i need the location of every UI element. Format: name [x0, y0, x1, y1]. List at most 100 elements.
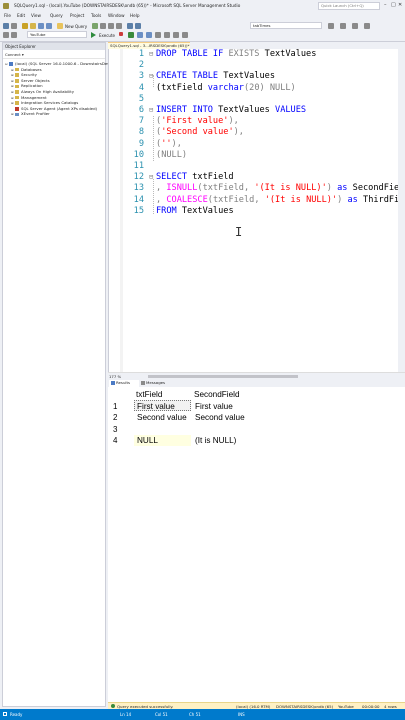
code-token: NULL: [269, 82, 291, 93]
save-all-icon[interactable]: [46, 23, 52, 29]
search-combo[interactable]: tabTimes: [250, 22, 322, 29]
table-cell[interactable]: (It is NULL): [195, 435, 236, 446]
results-grid[interactable]: txtField SecondField 1 First value First…: [108, 387, 405, 702]
menu-window[interactable]: Window: [108, 13, 125, 18]
code-token: DROP TABLE IF: [156, 49, 229, 59]
debug-icon[interactable]: [3, 32, 9, 38]
filter-icon[interactable]: [11, 32, 17, 38]
new-query-icon[interactable]: [57, 23, 63, 29]
query-editor[interactable]: 1 ⊟ DROP TABLE IF EXISTS TextValues 2 3 ⊟ CREA…: [108, 49, 405, 372]
tree-item-label: XEvent Profiler: [21, 111, 50, 117]
plan-icon[interactable]: [137, 32, 143, 38]
table-cell[interactable]: First value: [195, 401, 233, 412]
insert-mode: INS: [238, 712, 245, 717]
menu-tools[interactable]: Tools: [91, 13, 101, 18]
menu-view[interactable]: View: [31, 13, 41, 18]
column-header-txtfield[interactable]: txtField: [136, 389, 162, 400]
table-cell[interactable]: Second value: [137, 412, 187, 423]
line-number: 14: [133, 194, 144, 205]
editor-vertical-scrollbar[interactable]: [398, 49, 405, 372]
collapse-icon[interactable]: ⊟: [149, 72, 153, 80]
app-icon: [3, 3, 9, 9]
code-token: varchar: [207, 82, 244, 93]
tree-item[interactable]: SQL Server Agent (Agent XPs disabled): [11, 106, 97, 111]
quick-launch-input[interactable]: Quick Launch (Ctrl+Q): [318, 2, 380, 10]
tab-results[interactable]: Results: [109, 380, 139, 387]
menu-edit[interactable]: Edit: [17, 13, 25, 18]
tree-item[interactable]: ⊞ Management: [11, 95, 47, 100]
tab-sqlquery1[interactable]: SQLQuery1.sql - 3...IRSDESK\ondb (65))*: [108, 42, 190, 49]
menu-help[interactable]: Help: [130, 13, 140, 18]
table-cell[interactable]: Second value: [195, 412, 245, 423]
indent-icon[interactable]: [182, 32, 188, 38]
database-selector[interactable]: YouTube: [27, 31, 87, 38]
line-number: 4: [138, 82, 144, 93]
tree-item[interactable]: ⊞ Replication: [11, 83, 43, 88]
code-token: TextValues: [223, 71, 276, 82]
new-project-icon[interactable]: [22, 23, 28, 29]
table-cell[interactable]: NULL: [137, 435, 158, 446]
ready-text: Ready: [10, 712, 23, 717]
folder-icon: [15, 112, 19, 117]
toolbox-icon[interactable]: [352, 23, 358, 29]
code-token: INSERT INTO: [156, 105, 219, 115]
execute-icon[interactable]: [91, 32, 96, 38]
expand-icon[interactable]: ⊟: [5, 62, 8, 67]
tree-item[interactable]: ⊞ Always On High Availability: [11, 89, 74, 94]
menu-project[interactable]: Project: [70, 13, 84, 18]
save-icon[interactable]: [38, 23, 44, 29]
redo-icon[interactable]: [135, 23, 141, 29]
tree-item[interactable]: ⊞ Integration Services Catalogs: [11, 100, 78, 105]
column-indicator: Col 51: [155, 712, 168, 717]
cut-icon[interactable]: [100, 23, 106, 29]
minimize-button[interactable]: –: [384, 2, 387, 8]
undo-icon[interactable]: [127, 23, 133, 29]
menu-file[interactable]: File: [4, 13, 11, 18]
forward-icon[interactable]: [11, 23, 17, 29]
grid-icon: [111, 381, 115, 385]
stop-icon[interactable]: [119, 32, 123, 36]
collapse-icon[interactable]: ⊟: [149, 50, 153, 58]
tree-item[interactable]: ⊞ XEvent Profiler: [11, 111, 50, 116]
database-query-icon[interactable]: [92, 23, 98, 29]
paste-icon[interactable]: [116, 23, 122, 29]
tree-item-label: Databases: [21, 66, 42, 72]
code-token: TextValues: [218, 105, 276, 115]
menu-query[interactable]: Query: [50, 13, 63, 18]
new-query-button[interactable]: New Query: [65, 24, 87, 29]
tree-item[interactable]: ⊞ Security: [11, 72, 37, 77]
app-status-bar: Ready Ln 14 Col 51 Ch 51 INS: [0, 709, 405, 720]
editor-horizontal-scrollbar[interactable]: 177 %: [108, 372, 405, 379]
tree-item[interactable]: ⊞ Server Objects: [11, 78, 50, 83]
code-token: 'First value': [161, 116, 229, 127]
uncomment-icon[interactable]: [173, 32, 179, 38]
expand-icon[interactable]: ⊞: [11, 112, 14, 117]
parse-icon[interactable]: [128, 32, 134, 38]
copy-icon[interactable]: [108, 23, 114, 29]
find-icon[interactable]: [328, 23, 334, 29]
column-header-secondfield[interactable]: SecondField: [194, 389, 240, 400]
open-file-icon[interactable]: [30, 23, 36, 29]
collapse-icon[interactable]: ⊟: [149, 106, 153, 114]
tree-item[interactable]: ⊟ (local) (SQL Server 16.0.1000.6 - Downs…: [5, 61, 117, 66]
maximize-button[interactable]: □: [391, 2, 396, 8]
success-icon: [111, 704, 115, 708]
comment-icon[interactable]: [164, 32, 170, 38]
collapse-icon[interactable]: ⊟: [149, 173, 153, 181]
window-title: SQLQuery1.sql - (local).YouTube (DOWNSTA…: [14, 3, 241, 8]
properties-icon[interactable]: [340, 23, 346, 29]
code-token: ): [290, 82, 296, 93]
scrollbar-thumb[interactable]: [148, 375, 298, 378]
results-to-text-icon[interactable]: [155, 32, 161, 38]
results-to-grid-icon[interactable]: [146, 32, 152, 38]
line-number: 1: [138, 49, 144, 59]
back-icon[interactable]: [3, 23, 9, 29]
table-cell[interactable]: First value: [137, 401, 175, 412]
options-icon[interactable]: [364, 23, 370, 29]
execute-button[interactable]: Execute: [99, 33, 115, 38]
connect-button[interactable]: Connect ▾: [5, 52, 24, 57]
close-button[interactable]: ✕: [398, 2, 402, 8]
tab-messages[interactable]: Messages: [139, 380, 173, 387]
tree-item[interactable]: ⊞ Databases: [11, 67, 42, 72]
code-line: DROP TABLE IF EXISTS TextValues: [156, 49, 316, 59]
